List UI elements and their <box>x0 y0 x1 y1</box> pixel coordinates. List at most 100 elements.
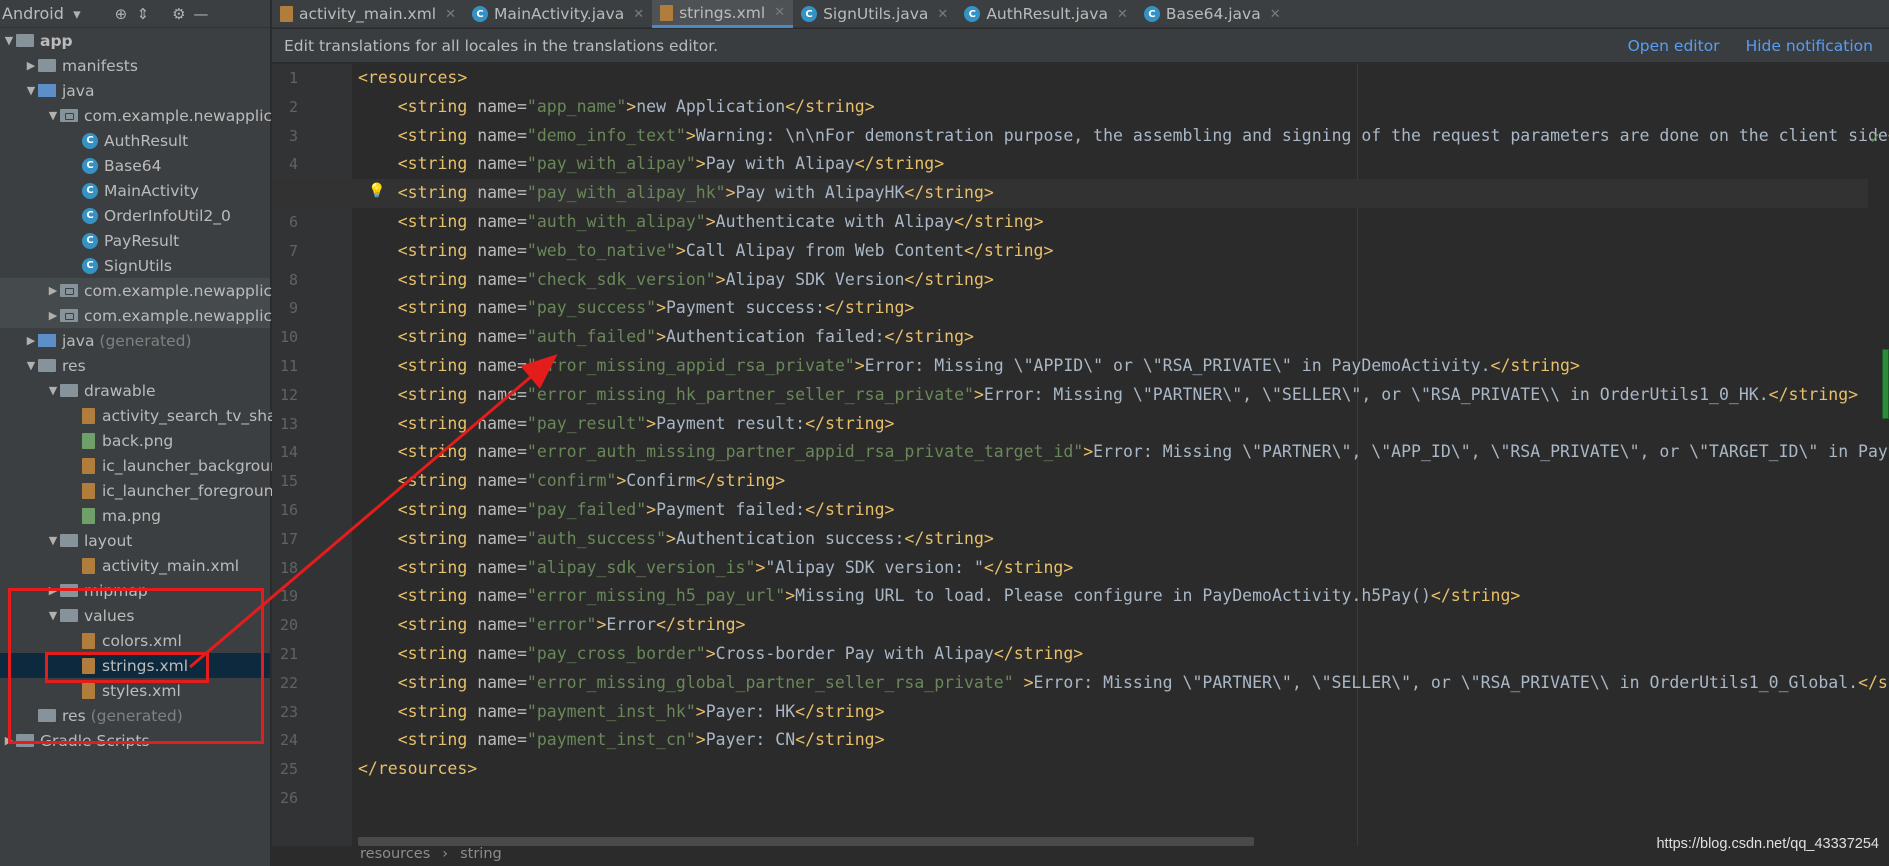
code-line[interactable] <box>358 784 1889 813</box>
string-value: Pay with Alipay <box>705 154 855 174</box>
tree-item[interactable]: C SignUtils <box>0 253 270 278</box>
attr-name: name= <box>477 586 527 606</box>
code-line[interactable]: <string name="confirm">Confirm</string> <box>358 467 1889 496</box>
tree-item[interactable]: activity_search_tv_shape. <box>0 403 301 428</box>
code-line[interactable]: <resources> <box>358 64 1889 93</box>
code-line[interactable]: <string name="payment_inst_hk">Payer: HK… <box>358 698 1889 727</box>
code-editor[interactable]: 1234567891011121314151617181920212223242… <box>272 64 1889 846</box>
string-value: Error: Missing \"PARTNER\", \"APP_ID\", … <box>1093 442 1889 462</box>
code-line[interactable]: <string name="error_missing_global_partn… <box>358 669 1889 698</box>
tree-item[interactable]: activity_main.xml <box>0 553 270 578</box>
chevron-down-icon[interactable]: ▼ <box>46 384 60 397</box>
close-icon[interactable]: ✕ <box>445 7 456 22</box>
minimize-icon[interactable]: — <box>190 5 212 23</box>
code-line[interactable]: <string name="web_to_native">Call Alipay… <box>358 237 1889 266</box>
project-view-selector[interactable]: Android <box>2 4 64 23</box>
tab-strings-xml[interactable]: strings.xml ✕ <box>652 0 794 28</box>
code-line[interactable]: </resources> <box>358 755 1889 784</box>
line-number: 8 <box>288 270 298 289</box>
tree-item[interactable]: C AuthResult <box>0 128 270 153</box>
tree-item[interactable]: ▶ com.example.newapplicatio <box>0 303 301 328</box>
tab-signutils-java[interactable]: C SignUtils.java ✕ <box>793 0 956 28</box>
attr-quote: " <box>715 183 726 203</box>
code-line[interactable]: <string name="error_missing_hk_partner_s… <box>358 381 1889 410</box>
tree-item[interactable]: ▼ app <box>0 28 270 53</box>
gear-icon[interactable]: ⚙ <box>168 5 190 23</box>
hide-notification-link[interactable]: Hide notification <box>1746 37 1873 55</box>
chevron-down-icon[interactable]: ▼ <box>2 34 16 47</box>
code-line[interactable]: <string name="auth_with_alipay">Authenti… <box>358 208 1889 237</box>
code-line[interactable]: <string name="auth_success">Authenticati… <box>358 525 1889 554</box>
close-icon[interactable]: ✕ <box>937 7 948 22</box>
code-line[interactable]: <string name="demo_info_text">Warning: \… <box>358 122 1889 151</box>
chevron-right-icon[interactable]: ▶ <box>24 59 38 72</box>
tree-item[interactable]: ▶ java (generated) <box>0 328 270 353</box>
tree-item[interactable]: back.png <box>0 428 270 453</box>
code-line[interactable]: <string name="auth_failed">Authenticatio… <box>358 323 1889 352</box>
code-line[interactable]: <string name="pay_cross_border">Cross-bo… <box>358 640 1889 669</box>
code-line[interactable]: <string name="error">Error</string> <box>358 611 1889 640</box>
tab-base64-java[interactable]: C Base64.java ✕ <box>1136 0 1289 28</box>
chevron-right-icon[interactable]: ▶ <box>46 284 60 297</box>
code-content[interactable]: <resources> <string name="app_name">new … <box>272 64 1889 813</box>
code-line[interactable]: <string name="pay_result">Payment result… <box>358 410 1889 439</box>
tree-item[interactable]: C PayResult <box>0 228 270 253</box>
tree-item[interactable]: ic_launcher_background. <box>0 453 295 478</box>
tree-item[interactable]: ▼ com.example.newapplicatio <box>0 103 302 128</box>
horizontal-scrollbar[interactable] <box>358 837 1254 846</box>
code-line[interactable]: <string name="error_auth_missing_partner… <box>358 438 1889 467</box>
tree-item[interactable]: ▶ com.example.newapplicatio <box>0 278 301 303</box>
breadcrumb-item[interactable]: resources <box>360 846 430 866</box>
code-line[interactable]: <string name="pay_with_alipay">Pay with … <box>358 150 1889 179</box>
code-line[interactable]: <string name="app_name">new Application<… <box>358 93 1889 122</box>
breadcrumb-item[interactable]: string <box>460 846 502 866</box>
tree-item[interactable]: ▼ java <box>0 78 270 103</box>
code-line[interactable]: <string name="check_sdk_version">Alipay … <box>358 266 1889 295</box>
code-line[interactable]: <string name="pay_success">Payment succe… <box>358 294 1889 323</box>
translations-notification: Edit translations for all locales in the… <box>272 29 1889 63</box>
xml-tag-open: <string <box>397 96 478 116</box>
tab-authresult-java[interactable]: C AuthResult.java ✕ <box>956 0 1136 28</box>
close-icon[interactable]: ✕ <box>774 5 785 20</box>
tree-item[interactable]: ▼ drawable <box>0 378 270 403</box>
tab-mainactivity-java[interactable]: C MainActivity.java ✕ <box>464 0 652 28</box>
chevron-down-icon[interactable]: ▼ <box>46 109 60 122</box>
tree-item[interactable]: ma.png <box>0 503 270 528</box>
code-line[interactable]: <string name="error_missing_h5_pay_url">… <box>358 582 1889 611</box>
tree-item[interactable]: ▶ manifests <box>0 53 270 78</box>
close-icon[interactable]: ✕ <box>633 7 644 22</box>
tree-item[interactable]: ▼ layout <box>0 528 270 553</box>
chevron-right-icon[interactable]: ▶ <box>24 334 38 347</box>
scrollbar-marker[interactable] <box>1882 349 1889 419</box>
code-line[interactable]: <string name="pay_with_alipay_hk">Pay wi… <box>272 179 1868 208</box>
target-icon[interactable]: ⊕ <box>110 5 132 23</box>
chevron-down-icon[interactable]: ▾ <box>66 5 88 23</box>
chevron-down-icon[interactable]: ▼ <box>24 359 38 372</box>
open-editor-link[interactable]: Open editor <box>1628 37 1720 55</box>
tree-item[interactable]: C OrderInfoUtil2_0 <box>0 203 270 228</box>
chevron-right-icon[interactable]: ▶ <box>46 309 60 322</box>
tree-item[interactable]: C MainActivity <box>0 178 270 203</box>
xml-tag-close: </string> <box>795 701 885 721</box>
close-icon[interactable]: ✕ <box>1270 7 1281 22</box>
string-value: new Application <box>636 96 786 116</box>
folder-icon <box>38 59 56 72</box>
tree-item[interactable]: ic_launcher_foreground.x <box>0 478 297 503</box>
code-line[interactable]: <string name="pay_failed">Payment failed… <box>358 496 1889 525</box>
collapse-icon[interactable]: ⇕ <box>132 5 154 23</box>
chevron-down-icon[interactable]: ▼ <box>46 534 60 547</box>
lightbulb-icon[interactable]: 💡 <box>368 183 385 201</box>
close-icon[interactable]: ✕ <box>1117 7 1128 22</box>
tree-item[interactable]: C Base64 <box>0 153 270 178</box>
tab-activity_main-xml[interactable]: activity_main.xml ✕ <box>272 0 464 28</box>
chevron-down-icon[interactable]: ▼ <box>24 84 38 97</box>
code-line[interactable]: <string name="alipay_sdk_version_is">"Al… <box>358 554 1889 583</box>
tree-item[interactable]: ▼ res <box>0 353 270 378</box>
attr-quote: " <box>526 183 537 203</box>
code-line[interactable]: <string name="payment_inst_cn">Payer: CN… <box>358 726 1889 755</box>
attr-name: name= <box>477 557 527 577</box>
code-line[interactable]: <string name="error_missing_appid_rsa_pr… <box>358 352 1889 381</box>
